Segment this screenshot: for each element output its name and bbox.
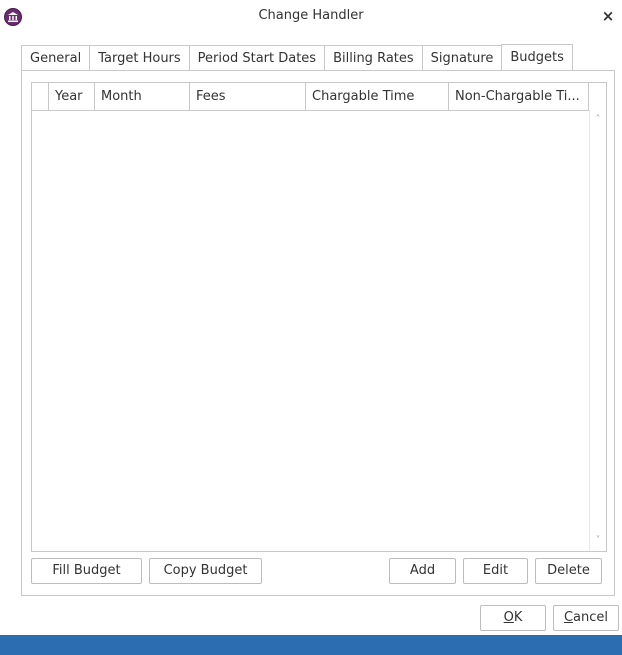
window-title: Change Handler: [258, 8, 364, 23]
close-icon[interactable]: ×: [600, 7, 616, 25]
scroll-up-icon[interactable]: ˄: [590, 112, 606, 128]
title-bar: Change Handler ×: [0, 0, 622, 40]
add-button[interactable]: Add: [389, 558, 456, 584]
budgets-grid[interactable]: Year Month Fees Chargable Time Non-Charg…: [31, 82, 607, 552]
taskbar-strip: [0, 635, 622, 655]
edit-button[interactable]: Edit: [463, 558, 528, 584]
cancel-label-rest: ancel: [573, 610, 609, 625]
column-header-chargable-time[interactable]: Chargable Time: [306, 83, 449, 110]
grid-header: Year Month Fees Chargable Time Non-Charg…: [32, 83, 606, 111]
column-header-non-chargable-time[interactable]: Non-Chargable Ti...: [449, 83, 589, 110]
cancel-mnemonic: C: [563, 610, 574, 625]
fill-budget-button[interactable]: Fill Budget: [31, 558, 142, 584]
delete-button[interactable]: Delete: [535, 558, 602, 584]
tab-target-hours[interactable]: Target Hours: [89, 45, 189, 70]
column-header-month[interactable]: Month: [95, 83, 190, 110]
tab-budgets[interactable]: Budgets: [501, 44, 573, 71]
ok-mnemonic: O: [503, 610, 514, 625]
change-handler-dialog: Change Handler × General Target Hours Pe…: [0, 0, 622, 655]
budgets-panel: Year Month Fees Chargable Time Non-Charg…: [21, 70, 615, 596]
column-header-year[interactable]: Year: [49, 83, 95, 110]
ok-button[interactable]: OK: [480, 605, 546, 631]
tab-period-start-dates[interactable]: Period Start Dates: [188, 45, 325, 70]
tab-signature[interactable]: Signature: [421, 45, 502, 70]
vertical-scrollbar[interactable]: ˄ ˅: [589, 110, 606, 551]
column-header-filler: [589, 83, 606, 110]
cancel-button[interactable]: Cancel: [553, 605, 619, 631]
ok-label-rest: K: [513, 610, 523, 625]
column-header-fees[interactable]: Fees: [190, 83, 306, 110]
tab-general[interactable]: General: [21, 45, 90, 70]
scroll-down-icon[interactable]: ˅: [590, 533, 606, 549]
copy-budget-button[interactable]: Copy Budget: [149, 558, 262, 584]
tab-billing-rates[interactable]: Billing Rates: [324, 45, 422, 70]
tab-strip: General Target Hours Period Start Dates …: [21, 44, 573, 71]
row-selector-header: [32, 83, 49, 110]
